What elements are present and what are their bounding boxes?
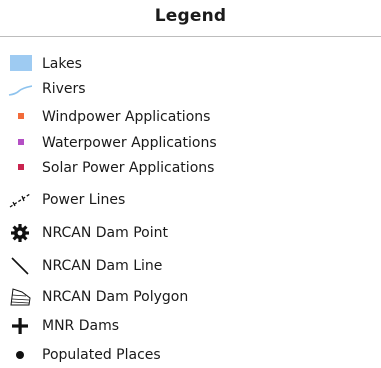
square-marker-icon bbox=[8, 106, 32, 128]
legend-item-populated-places: Populated Places bbox=[0, 344, 381, 366]
legend-item-power-lines: Power Lines bbox=[0, 189, 381, 211]
legend-item-label: Windpower Applications bbox=[42, 109, 211, 125]
legend-item-solar-power-applications: Solar Power Applications bbox=[0, 157, 381, 179]
legend-item-label: NRCAN Dam Polygon bbox=[42, 289, 189, 305]
power-line-icon bbox=[8, 189, 32, 211]
legend-item-label: Populated Places bbox=[42, 347, 161, 363]
legend-item-label: Waterpower Applications bbox=[42, 135, 217, 151]
dam-polygon-icon bbox=[8, 286, 32, 308]
legend-item-nrcan-dam-point: NRCAN Dam Point bbox=[0, 222, 381, 244]
legend-panel: Legend Lakes Rivers Windpower Applicatio… bbox=[0, 0, 381, 368]
gear-icon bbox=[8, 222, 32, 244]
lake-swatch-icon bbox=[8, 53, 32, 75]
diagonal-line-icon bbox=[8, 255, 32, 277]
legend-item-rivers: Rivers bbox=[0, 78, 381, 100]
legend-item-mnr-dams: MNR Dams bbox=[0, 315, 381, 337]
legend-item-label: MNR Dams bbox=[42, 318, 120, 334]
legend-item-label: Lakes bbox=[42, 56, 82, 72]
river-line-icon bbox=[8, 78, 32, 100]
plus-icon bbox=[8, 315, 32, 337]
legend-item-waterpower-applications: Waterpower Applications bbox=[0, 132, 381, 154]
square-marker-icon bbox=[8, 132, 32, 154]
dot-icon bbox=[8, 344, 32, 366]
legend-item-label: Rivers bbox=[42, 81, 86, 97]
legend-item-label: NRCAN Dam Line bbox=[42, 258, 163, 274]
legend-item-label: Power Lines bbox=[42, 192, 126, 208]
legend-item-nrcan-dam-polygon: NRCAN Dam Polygon bbox=[0, 286, 381, 308]
legend-item-label: Solar Power Applications bbox=[42, 160, 215, 176]
legend-item-windpower-applications: Windpower Applications bbox=[0, 106, 381, 128]
legend-item-label: NRCAN Dam Point bbox=[42, 225, 168, 241]
legend-title: Legend bbox=[154, 6, 227, 26]
legend-item-lakes: Lakes bbox=[0, 53, 381, 75]
title-divider bbox=[0, 36, 381, 37]
legend-item-nrcan-dam-line: NRCAN Dam Line bbox=[0, 255, 381, 277]
square-marker-icon bbox=[8, 157, 32, 179]
